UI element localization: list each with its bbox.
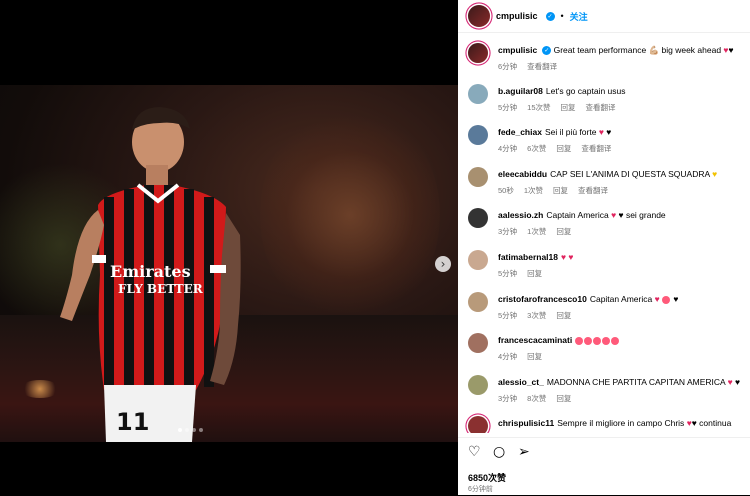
translate-link[interactable]: 查看翻译 [586,103,616,112]
comment-text: Sei il più forte [544,127,597,137]
follow-button[interactable]: 关注 [570,10,588,23]
post-side-panel: cmpulisic ✓ • 关注 cmpulisic ✓ Great team p… [458,0,750,495]
player-figure: Emirates FLY BETTER 11 [60,107,241,442]
comment-username[interactable]: cristofarofrancesco10 [498,294,587,304]
translate-link[interactable]: 查看翻译 [527,62,557,71]
comment-likes[interactable]: 6次赞 [527,144,546,153]
reply-button[interactable]: 回复 [553,186,568,195]
comment-username[interactable]: chrispulisic11 [498,418,554,428]
comment-time: 3分钟 [498,394,518,403]
reply-button[interactable]: 回复 [527,352,542,361]
carousel-dot [185,428,189,432]
post-actions: ♡ ○ ➢ 6850次赞 6分钟前 [458,437,750,496]
avatar[interactable] [468,43,488,63]
separator-dot: • [560,11,564,21]
comment-text-2: continua [699,418,732,428]
comment-text: Let's go captain usus [545,86,626,96]
comment-likes[interactable]: 1次赞 [524,186,543,195]
heart-outline-icon[interactable]: ♡ [468,444,481,460]
comment-username[interactable]: aalessio.zh [498,210,543,220]
carousel-dots [178,428,203,432]
comment-text: Captain America [546,210,609,220]
avatar[interactable] [468,208,488,228]
svg-text:11: 11 [116,408,149,436]
comment-likes[interactable]: 8次赞 [527,394,546,403]
post-time: 6分钟前 [468,486,493,493]
avatar[interactable] [468,167,488,187]
comment-bubble-icon[interactable]: ○ [493,444,505,460]
next-image-button[interactable]: › [435,256,451,272]
comment-likes[interactable]: 3次赞 [527,311,546,320]
comment-time: 5分钟 [498,103,518,112]
verified-badge-icon: ✓ [542,46,552,56]
comment-time: 50秒 [498,186,514,195]
comment-text: Sempre il migliore in campo Chris [557,418,685,428]
comment-text: CAP SEI L'ANIMA DI QUESTA SQUADRA [550,169,710,179]
avatar[interactable] [468,333,488,353]
paper-plane-icon[interactable]: ➢ [518,444,530,460]
comment-time: 5分钟 [498,269,518,278]
translate-link[interactable]: 查看翻译 [581,144,611,153]
carousel-dot [192,428,196,432]
comment-text: Capitan America [589,294,653,304]
carousel-dot-active [178,428,182,432]
post-photo: Emirates FLY BETTER 11 [0,85,458,442]
caption-text: Great team performance 💪🏼 big week ahead [553,45,722,55]
comment-username[interactable]: alessio_ct_ [498,377,544,387]
comment-username[interactable]: fede_chiax [498,127,542,137]
reply-button[interactable]: 回复 [556,311,571,320]
comment-likes[interactable]: 15次赞 [527,103,550,112]
post-media: Emirates FLY BETTER 11 › [0,0,458,495]
comment-username[interactable]: b.aguilar08 [498,86,543,96]
translate-link[interactable]: 查看翻译 [578,186,608,195]
author-username[interactable]: cmpulisic [496,11,538,21]
reply-button[interactable]: 回复 [527,269,542,278]
comment-username[interactable]: fatimabernal18 [498,252,558,262]
comment-time: 5分钟 [498,311,518,320]
avatar[interactable] [468,416,488,433]
like-count[interactable]: 6850次赞 [468,471,506,484]
reply-button[interactable]: 回复 [556,144,571,153]
author-avatar[interactable] [468,5,490,27]
reply-button[interactable]: 回复 [561,103,576,112]
comment-time: 6分钟 [498,62,518,71]
reply-button[interactable]: 回复 [556,227,571,236]
avatar[interactable] [468,292,488,312]
comment-username[interactable]: francescacaminati [498,335,572,345]
avatar[interactable] [468,84,488,104]
svg-text:Emirates: Emirates [110,262,191,281]
comment-time: 4分钟 [498,352,518,361]
comment-text: MADONNA CHE PARTITA CAPITAN AMERICA [546,377,726,387]
comments-list: cmpulisic ✓ Great team performance 💪🏼 big… [458,33,750,433]
avatar[interactable] [468,375,488,395]
avatar[interactable] [468,250,488,270]
comment-username[interactable]: cmpulisic [498,45,537,55]
comment-likes[interactable]: 1次赞 [527,227,546,236]
comment-text-2: sei grande [625,210,666,220]
verified-badge-icon: ✓ [545,11,555,21]
carousel-dot [199,428,203,432]
comment-time: 3分钟 [498,227,518,236]
comment-username[interactable]: eleecabiddu [498,169,547,179]
svg-text:FLY BETTER: FLY BETTER [118,282,204,296]
comment-time: 4分钟 [498,144,518,153]
post-header: cmpulisic ✓ • 关注 [458,0,750,33]
avatar[interactable] [468,125,488,145]
reply-button[interactable]: 回复 [556,394,571,403]
